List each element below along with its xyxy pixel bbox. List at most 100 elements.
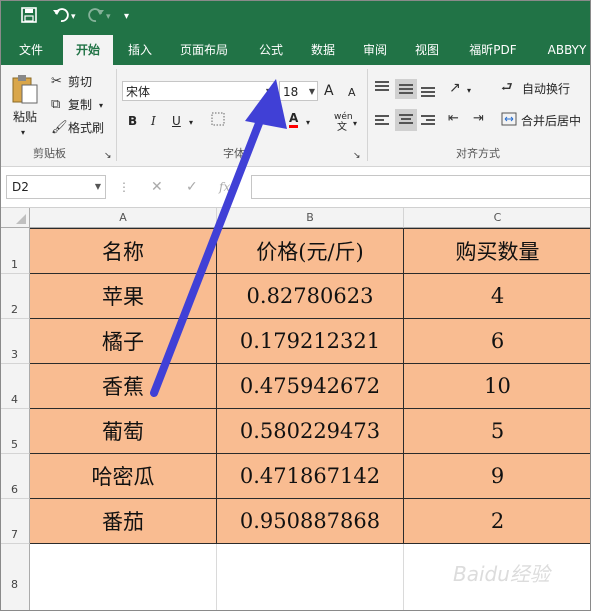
table-cell[interactable]: 0.82780623	[217, 274, 404, 319]
copy-button[interactable]: 复制	[68, 97, 92, 113]
align-center-icon[interactable]	[395, 109, 417, 131]
copy-dropdown-icon[interactable]: ▾	[99, 98, 103, 114]
table-cell[interactable]: 0.179212321	[217, 319, 404, 364]
table-cell[interactable]: 6	[404, 319, 590, 364]
font-color-dropdown-icon[interactable]: ▾	[306, 115, 310, 131]
tab-insert[interactable]: 插入	[119, 35, 161, 65]
formula-bar: D2 ▼ ⋮ ✕ ✓ fx	[1, 167, 590, 208]
row-header-3[interactable]: 3	[1, 319, 30, 364]
align-middle-icon[interactable]	[395, 79, 417, 99]
align-right-icon[interactable]	[421, 113, 437, 129]
tab-file[interactable]: 文件	[11, 35, 51, 65]
format-painter-icon[interactable]: 🖌	[51, 120, 68, 136]
underline-dropdown-icon[interactable]: ▾	[189, 115, 193, 131]
shrink-font-button[interactable]: A	[348, 85, 356, 101]
row-header-1[interactable]: 1	[1, 228, 30, 274]
column-header-c[interactable]: C	[404, 208, 590, 228]
enter-icon[interactable]: ✓	[186, 179, 198, 195]
wrap-text-button[interactable]: 自动换行	[522, 81, 570, 97]
align-left-icon[interactable]	[375, 113, 391, 129]
table-cell[interactable]: 橘子	[30, 319, 217, 364]
tab-review[interactable]: 审阅	[354, 35, 396, 65]
merge-center-icon[interactable]	[501, 112, 517, 131]
tab-data[interactable]: 数据	[302, 35, 344, 65]
table-cell[interactable]: 5	[404, 409, 590, 454]
row-header-7[interactable]: 7	[1, 499, 30, 544]
align-bottom-icon[interactable]	[421, 79, 437, 99]
increase-indent-icon[interactable]: ⇥	[473, 111, 484, 127]
align-top-icon[interactable]	[375, 79, 391, 95]
table-cell[interactable]: 0.471867142	[217, 454, 404, 499]
column-header-a[interactable]: A	[30, 208, 217, 228]
cancel-icon[interactable]: ✕	[151, 179, 163, 195]
orientation-icon[interactable]: ↗	[449, 80, 461, 96]
save-icon[interactable]	[21, 7, 37, 28]
insert-function-icon[interactable]: fx	[219, 179, 230, 195]
table-cell[interactable]: 香蕉	[30, 364, 217, 409]
tab-foxit-pdf[interactable]: 福昕PDF	[460, 35, 526, 65]
scissors-icon[interactable]: ✂	[51, 74, 62, 90]
chevron-down-icon[interactable]: ▼	[266, 82, 272, 102]
table-cell[interactable]: 苹果	[30, 274, 217, 319]
tab-home[interactable]: 开始	[63, 35, 113, 65]
table-cell[interactable]: 0.950887868	[217, 499, 404, 544]
grow-font-button[interactable]: A	[324, 83, 334, 99]
column-header-b[interactable]: B	[217, 208, 404, 228]
row-header-8[interactable]: 8	[1, 544, 30, 610]
paste-icon[interactable]	[11, 73, 39, 110]
header-cell-quantity[interactable]: 购买数量	[404, 228, 590, 274]
border-icon[interactable]	[211, 112, 225, 131]
wrap-text-icon[interactable]: ⮐	[501, 80, 513, 96]
format-painter-button[interactable]: 格式刷	[68, 120, 104, 136]
chevron-down-icon[interactable]: ▼	[309, 82, 315, 102]
empty-cell[interactable]	[30, 544, 217, 610]
font-launcher-icon[interactable]: ↘	[353, 148, 361, 164]
table-cell[interactable]: 番茄	[30, 499, 217, 544]
empty-cell[interactable]	[217, 544, 404, 610]
font-color-button[interactable]: A	[289, 111, 299, 128]
undo-icon[interactable]	[52, 7, 70, 28]
tab-view[interactable]: 视图	[406, 35, 448, 65]
phonetic-guide-bottom[interactable]: 文	[337, 120, 347, 136]
table-cell[interactable]: 4	[404, 274, 590, 319]
undo-dropdown-icon[interactable]: ▾	[71, 7, 76, 27]
tab-page-layout[interactable]: 页面布局	[171, 35, 237, 65]
merge-center-button[interactable]: 合并后居中	[521, 113, 581, 129]
orientation-dropdown-icon[interactable]: ▾	[467, 83, 471, 99]
customize-icon[interactable]: ▾	[124, 7, 129, 27]
decrease-indent-icon[interactable]: ⇤	[448, 111, 459, 127]
tab-formulas[interactable]: 公式	[250, 35, 292, 65]
redo-icon[interactable]	[87, 7, 105, 28]
italic-button[interactable]: I	[151, 113, 156, 129]
font-size-box[interactable]: 18 ▼	[279, 81, 318, 101]
table-cell[interactable]: 10	[404, 364, 590, 409]
phonetic-dropdown-icon[interactable]: ▾	[353, 116, 357, 132]
font-name-box[interactable]: 宋体 ▼	[122, 81, 275, 101]
tab-abbyy[interactable]: ABBYY	[541, 35, 590, 65]
copy-icon[interactable]: ⧉	[51, 97, 60, 113]
table-cell[interactable]: 0.475942672	[217, 364, 404, 409]
clipboard-launcher-icon[interactable]: ↘	[104, 148, 112, 164]
underline-button[interactable]: U	[172, 113, 181, 129]
header-cell-name[interactable]: 名称	[30, 228, 217, 274]
row-header-6[interactable]: 6	[1, 454, 30, 499]
paste-dropdown-icon[interactable]: ▾	[21, 125, 25, 141]
paste-button[interactable]: 粘贴	[13, 109, 37, 125]
row-header-5[interactable]: 5	[1, 409, 30, 454]
chevron-down-icon[interactable]: ▼	[95, 176, 101, 198]
header-cell-price[interactable]: 价格(元/斤)	[217, 228, 404, 274]
cut-button[interactable]: 剪切	[68, 74, 92, 90]
formula-input[interactable]	[251, 175, 590, 199]
clipboard-group-label: 剪贴板	[33, 147, 66, 160]
select-all-corner[interactable]	[1, 208, 30, 228]
table-cell[interactable]: 2	[404, 499, 590, 544]
table-cell[interactable]: 葡萄	[30, 409, 217, 454]
table-cell[interactable]: 哈密瓜	[30, 454, 217, 499]
name-box[interactable]: D2 ▼	[6, 175, 106, 199]
row-header-2[interactable]: 2	[1, 274, 30, 319]
table-cell[interactable]: 0.580229473	[217, 409, 404, 454]
redo-dropdown-icon[interactable]: ▾	[106, 7, 111, 27]
bold-button[interactable]: B	[128, 113, 137, 129]
row-header-4[interactable]: 4	[1, 364, 30, 409]
table-cell[interactable]: 9	[404, 454, 590, 499]
